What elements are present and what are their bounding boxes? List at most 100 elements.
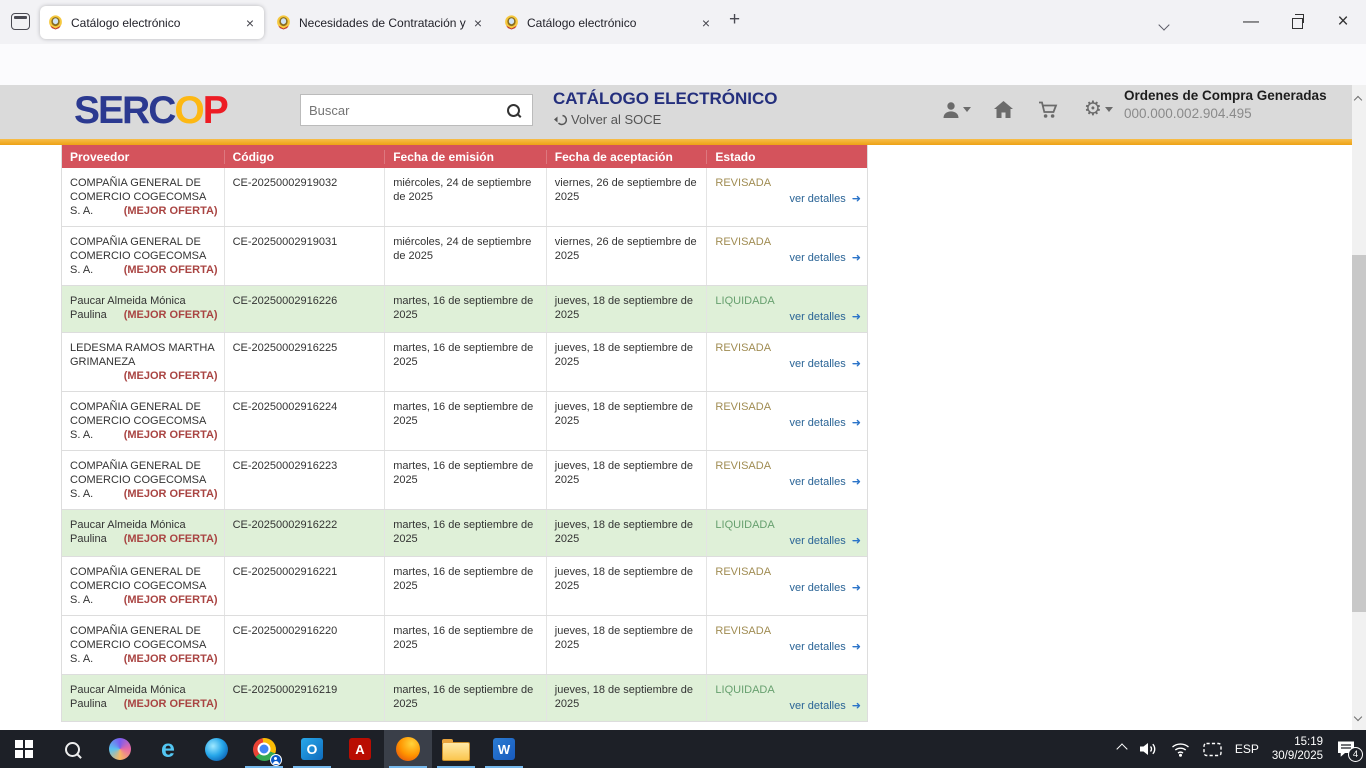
table-row: COMPAÑIA GENERAL DE COMERCIO COGECOMSA S… xyxy=(62,391,867,450)
view-details-link[interactable]: ver detalles ➜ xyxy=(715,581,861,595)
orders-table: ProveedorCódigoFecha de emisiónFecha de … xyxy=(61,145,868,722)
table-row: Paucar Almeida Mónica Paulina (MEJOR OFE… xyxy=(62,674,867,721)
taskbar-word-button[interactable]: W xyxy=(480,730,528,768)
table-row: COMPAÑIA GENERAL DE COMERCIO COGECOMSA S… xyxy=(62,168,867,226)
start-button[interactable] xyxy=(0,730,48,768)
tab-close-icon[interactable]: × xyxy=(244,15,256,31)
site-header: SERCOP CATÁLOGO ELECTRÓNICO Volver al SO… xyxy=(0,85,1366,139)
volume-icon[interactable] xyxy=(1139,741,1158,757)
search-button[interactable] xyxy=(495,94,533,126)
scrollbar-thumb[interactable] xyxy=(1352,255,1366,612)
new-tab-button[interactable]: + xyxy=(729,9,740,31)
status-cell: REVISADAver detalles ➜ xyxy=(706,392,867,450)
status-cell: REVISADAver detalles ➜ xyxy=(706,557,867,615)
web-page: SERCOP CATÁLOGO ELECTRÓNICO Volver al SO… xyxy=(0,85,1366,730)
status-cell: REVISADAver detalles ➜ xyxy=(706,333,867,391)
table-row: LEDESMA RAMOS MARTHA GRIMANEZA (MEJOR OF… xyxy=(62,332,867,391)
tab-title: Catálogo electrónico xyxy=(527,16,700,30)
browser-toolbar: ← → ↻ catalogoelectronico.compraspublica… xyxy=(0,44,1366,86)
provider-cell: Paucar Almeida Mónica Paulina (MEJOR OFE… xyxy=(62,675,224,721)
status-cell: REVISADA ver detalles ➜ xyxy=(706,616,867,674)
provider-name: LEDESMA RAMOS MARTHA GRIMANEZA xyxy=(70,342,214,368)
table-row: Paucar Almeida Mónica Paulina (MEJOR OFE… xyxy=(62,285,867,332)
firefox-view-icon[interactable] xyxy=(11,13,30,30)
settings-gear-icon[interactable]: ⚙ xyxy=(1084,99,1113,119)
notification-center-icon[interactable]: 4 xyxy=(1336,740,1356,758)
volver-al-soce-link[interactable]: Volver al SOCE xyxy=(553,112,661,127)
details-arrow-icon: ➜ xyxy=(849,193,861,205)
cart-icon[interactable] xyxy=(1038,101,1058,119)
acceptance-date-cell: jueves, 18 de septiembre de 2025 xyxy=(546,286,707,332)
tab-title: Catálogo electrónico xyxy=(71,16,244,30)
view-details-link[interactable]: ver detalles ➜ xyxy=(715,475,861,489)
code-cell: CE-20250002919031 xyxy=(224,227,385,285)
taskbar-explorer-button[interactable] xyxy=(432,730,480,768)
tray-show-hidden-icons[interactable] xyxy=(1118,745,1126,753)
scrollbar-down-arrow[interactable] xyxy=(1355,707,1361,725)
clock[interactable]: 15:1930/9/2025 xyxy=(1272,735,1323,763)
orders-summary: Ordenes de Compra Generadas 000.000.002.… xyxy=(1124,88,1327,121)
view-details-link[interactable]: ver detalles ➜ xyxy=(715,192,861,206)
acceptance-date-cell: jueves, 18 de septiembre de 2025 xyxy=(546,451,707,509)
view-details-link[interactable]: ver detalles ➜ xyxy=(715,640,861,654)
view-details-link[interactable]: ver detalles ➜ xyxy=(715,534,861,548)
language-indicator[interactable]: ESP xyxy=(1235,742,1259,756)
code-cell: CE-20250002916219 xyxy=(224,675,385,721)
view-details-link[interactable]: ver detalles ➜ xyxy=(715,416,861,430)
taskbar-outlook-button[interactable]: O xyxy=(288,730,336,768)
taskbar-edge-button[interactable] xyxy=(192,730,240,768)
window-restore-button[interactable] xyxy=(1274,0,1320,44)
connect-display-icon[interactable] xyxy=(1203,742,1222,757)
acceptance-date-cell: jueves, 18 de septiembre de 2025 xyxy=(546,616,707,674)
acceptance-date-cell: viernes, 26 de septiembre de 2025 xyxy=(546,168,707,226)
home-icon[interactable] xyxy=(994,101,1013,118)
taskbar-ie-button[interactable]: e xyxy=(144,730,192,768)
file-explorer-icon xyxy=(442,742,470,761)
column-header: Fecha de aceptación xyxy=(546,150,707,164)
details-arrow-icon: ➜ xyxy=(849,582,861,594)
tab-title: Necesidades de Contratación y xyxy=(299,16,472,30)
view-details-link[interactable]: ver detalles ➜ xyxy=(715,357,861,371)
status-cell: LIQUIDADA ver detalles ➜ xyxy=(706,675,867,721)
view-details-link[interactable]: ver detalles ➜ xyxy=(715,251,861,265)
search-input[interactable] xyxy=(300,94,498,126)
firefox-icon xyxy=(396,737,420,761)
site-favicon-icon xyxy=(504,15,519,30)
internet-explorer-icon: e xyxy=(161,738,175,760)
provider-cell: COMPAÑIA GENERAL DE COMERCIO COGECOMSA S… xyxy=(62,392,224,450)
browser-titlebar: Catálogo electrónico×Necesidades de Cont… xyxy=(0,0,1366,44)
status-badge: LIQUIDADA xyxy=(715,683,861,697)
window-close-button[interactable]: × xyxy=(1320,0,1366,44)
taskbar-copilot-button[interactable] xyxy=(96,730,144,768)
sercop-logo[interactable]: SERCOP xyxy=(74,89,227,133)
best-offer-label: (MEJOR OFERTA) xyxy=(124,263,218,277)
best-offer-label: (MEJOR OFERTA) xyxy=(124,697,218,711)
code-cell: CE-20250002919032 xyxy=(224,168,385,226)
browser-tab[interactable]: Catálogo electrónico× xyxy=(496,6,720,39)
emission-date-cell: martes, 16 de septiembre de 2025 xyxy=(384,557,546,615)
acceptance-date-cell: jueves, 18 de septiembre de 2025 xyxy=(546,392,707,450)
taskbar-acrobat-button[interactable]: A xyxy=(336,730,384,768)
view-details-link[interactable]: ver detalles ➜ xyxy=(715,699,861,713)
taskbar-chrome-button[interactable] xyxy=(240,730,288,768)
code-cell: CE-20250002916220 xyxy=(224,616,385,674)
tab-close-icon[interactable]: × xyxy=(700,15,712,31)
tab-close-icon[interactable]: × xyxy=(472,15,484,31)
status-badge: REVISADA xyxy=(715,624,861,638)
windows-logo-icon xyxy=(15,740,33,758)
page-scrollbar[interactable] xyxy=(1352,85,1366,730)
taskbar-search-button[interactable] xyxy=(48,730,96,768)
window-minimize-button[interactable]: — xyxy=(1228,0,1274,44)
browser-tab[interactable]: Catálogo electrónico× xyxy=(40,6,264,39)
list-all-tabs-icon[interactable] xyxy=(1160,16,1168,34)
taskbar-firefox-button[interactable] xyxy=(384,730,432,768)
user-menu-icon[interactable] xyxy=(942,101,971,118)
browser-tab[interactable]: Necesidades de Contratación y× xyxy=(268,6,492,39)
best-offer-label: (MEJOR OFERTA) xyxy=(124,204,218,218)
view-details-link[interactable]: ver detalles ➜ xyxy=(715,310,861,324)
scrollbar-up-arrow[interactable] xyxy=(1355,90,1361,108)
wifi-icon[interactable] xyxy=(1171,742,1190,757)
site-favicon-icon xyxy=(48,15,63,30)
notification-count-badge: 4 xyxy=(1348,747,1363,762)
provider-cell: Paucar Almeida Mónica Paulina (MEJOR OFE… xyxy=(62,286,224,332)
